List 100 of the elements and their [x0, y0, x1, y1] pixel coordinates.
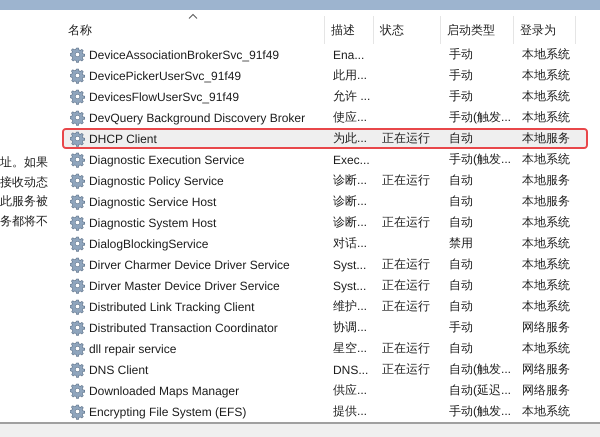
table-cell: 此用...: [333, 67, 368, 84]
gear-icon: [70, 88, 86, 104]
table-cell: 本地系统: [522, 277, 570, 294]
service-row[interactable]: DialogBlockingService 对话... 禁用 本地系统: [62, 233, 582, 254]
service-row[interactable]: Distributed Link Tracking Client 维护... 正在运行 自动 本地系统: [62, 296, 582, 317]
table-cell: 正在运行: [382, 361, 430, 378]
table-cell: Encrypting File System (EFS): [89, 404, 246, 418]
service-row[interactable]: Diagnostic Policy Service 诊断... 正在运行 自动 本地服务: [62, 170, 582, 191]
service-row[interactable]: Diagnostic System Host 诊断... 正在运行 自动 本地系统: [62, 212, 582, 233]
table-cell: 正在运行: [382, 172, 430, 189]
table-cell: 网络服务: [522, 361, 570, 378]
gear-icon: [70, 404, 86, 420]
gear-icon: [70, 172, 86, 188]
service-row[interactable]: DNS Client DNS... 正在运行 自动(触发... 网络服务: [62, 359, 582, 380]
service-row[interactable]: Distributed Transaction Coordinator 协调... 手动 网络服务: [62, 317, 582, 338]
table-cell: Dirver Master Device Driver Service: [89, 278, 280, 292]
table-cell: dll repair service: [89, 342, 176, 356]
gear-icon: [70, 278, 86, 294]
gear-icon: [70, 46, 86, 62]
table-cell: 协调...: [333, 319, 368, 336]
table-cell: 允许 ...: [333, 88, 370, 105]
table-cell: 本地系统: [522, 88, 570, 105]
table-cell: 手动(触发...: [449, 151, 511, 168]
service-row[interactable]: Downloaded Maps Manager 供应... 自动(延迟... 网络服务: [62, 380, 582, 401]
service-row[interactable]: dll repair service 星空... 正在运行 自动 本地系统: [62, 338, 582, 359]
table-cell: 维护...: [333, 298, 368, 315]
table-cell: 本地系统: [522, 46, 570, 63]
table-cell: DevQuery Background Discovery Broker: [89, 110, 306, 124]
column-header[interactable]: 登录为: [514, 16, 576, 44]
gear-icon: [70, 194, 86, 210]
table-cell: 正在运行: [382, 277, 430, 294]
table-cell: 本地系统: [522, 256, 570, 273]
gear-icon: [70, 110, 86, 126]
table-cell: 手动: [449, 67, 473, 84]
column-header[interactable]: 名称: [62, 16, 325, 44]
table-cell: Ena...: [333, 48, 364, 62]
table-cell: 为此...: [333, 130, 368, 147]
table-cell: 本地服务: [522, 172, 570, 189]
gear-icon: [70, 256, 86, 272]
table-cell: 本地系统: [522, 67, 570, 84]
column-header[interactable]: 启动类型: [441, 16, 514, 44]
table-cell: DevicesFlowUserSvc_91f49: [89, 90, 240, 104]
table-cell: Distributed Link Tracking Client: [89, 300, 254, 314]
service-row[interactable]: DHCP Client 为此... 正在运行 自动 本地服务: [62, 128, 588, 149]
table-cell: DialogBlockingService: [89, 236, 208, 250]
table-cell: DHCP Client: [89, 132, 157, 146]
description-text: 务都将不: [0, 212, 49, 230]
table-cell: Diagnostic Execution Service: [89, 152, 244, 166]
service-row[interactable]: Diagnostic Execution Service Exec... 手动(触发... 本地系统: [62, 149, 582, 170]
gear-icon: [70, 362, 86, 378]
table-cell: 本地系统: [522, 340, 570, 357]
table-cell: 本地系统: [522, 214, 570, 231]
table-cell: 诊断...: [333, 172, 368, 189]
table-cell: 自动(触发...: [449, 361, 511, 378]
table-cell: 诊断...: [333, 214, 368, 231]
service-row[interactable]: DevicePickerUserSvc_91f49 此用... 手动 本地系统: [62, 65, 582, 86]
service-row[interactable]: DeviceAssociationBrokerSvc_91f49 Ena... 手动 本地系统: [62, 44, 582, 65]
gear-icon: [70, 236, 86, 252]
service-row[interactable]: Encrypting File System (EFS) 提供... 手动(触发... 本地系统: [62, 401, 582, 422]
table-cell: DNS...: [333, 362, 368, 376]
table-cell: 自动: [449, 193, 473, 210]
table-cell: 自动: [449, 172, 473, 189]
table-cell: 手动: [449, 46, 473, 63]
gear-icon: [70, 340, 86, 356]
service-row[interactable]: Dirver Master Device Driver Service Syst... 正在运行 自动 本地系统: [62, 275, 582, 296]
table-cell: 手动: [449, 319, 473, 336]
service-row[interactable]: Dirver Charmer Device Driver Service Syst... 正在运行 自动 本地系统: [62, 254, 582, 275]
table-cell: Syst...: [333, 278, 366, 292]
gear-icon: [70, 152, 86, 168]
table-cell: 使应...: [333, 109, 368, 126]
table-cell: DevicePickerUserSvc_91f49: [89, 68, 242, 82]
table-cell: 本地系统: [522, 235, 570, 252]
gear-icon: [70, 320, 86, 336]
table-cell: Diagnostic Service Host: [89, 194, 216, 208]
table-cell: Dirver Charmer Device Driver Service: [89, 258, 290, 272]
table-cell: 自动: [449, 298, 473, 315]
table-cell: 本地系统: [522, 109, 570, 126]
gear-icon: [70, 382, 86, 398]
table-cell: 供应...: [333, 382, 368, 399]
sort-caret-icon: [188, 13, 198, 19]
service-row[interactable]: Diagnostic Service Host 诊断... 自动 本地服务: [62, 191, 582, 212]
service-row[interactable]: DevQuery Background Discovery Broker 使应... 手动(触发... 本地系统: [62, 107, 582, 128]
table-cell: Exec...: [333, 152, 370, 166]
gear-icon: [70, 298, 86, 314]
column-header[interactable]: 描述: [325, 16, 374, 44]
table-cell: Distributed Transaction Coordinator: [89, 320, 278, 334]
table-cell: 星空...: [333, 340, 368, 357]
service-row[interactable]: DevicesFlowUserSvc_91f49 允许 ... 手动 本地系统: [62, 86, 582, 107]
table-cell: 手动: [449, 88, 473, 105]
gear-icon: [70, 214, 86, 230]
table-cell: 正在运行: [382, 214, 430, 231]
gear-icon: [70, 68, 86, 84]
table-cell: 自动: [449, 214, 473, 231]
table-cell: 提供...: [333, 403, 368, 420]
table-cell: DeviceAssociationBrokerSvc_91f49: [89, 48, 280, 62]
description-text: 此服务被: [0, 193, 49, 210]
table-cell: 自动: [449, 277, 473, 294]
description-text: 址。如果: [0, 154, 49, 171]
column-header[interactable]: 状态: [374, 16, 441, 44]
description-text: 接收动态: [0, 174, 49, 190]
